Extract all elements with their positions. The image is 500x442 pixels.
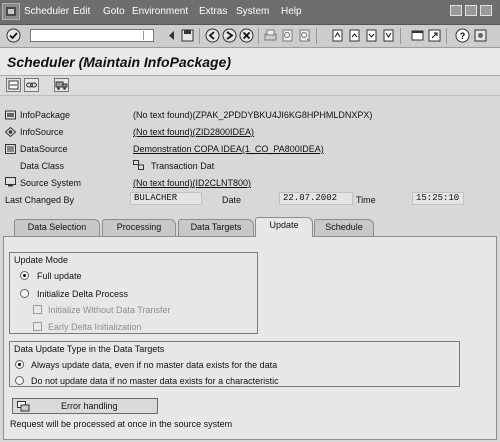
infopackage-value: (No text found)(ZPAK_2PDDYBKU4JI6KG8HPHM…	[133, 110, 373, 120]
init-delta-label: Initialize Delta Process	[37, 289, 129, 299]
date-field: 22.07.2002	[279, 192, 353, 205]
shortcut-icon[interactable]	[427, 28, 442, 43]
full-update-radio[interactable]	[20, 271, 29, 280]
next-page-icon[interactable]	[364, 28, 379, 43]
maximize-icon[interactable]	[465, 5, 477, 16]
datasource-icon	[5, 144, 16, 154]
close-window-icon[interactable]	[480, 5, 492, 16]
always-update-label: Always update data, even if no master da…	[31, 360, 278, 370]
early-delta-checkbox[interactable]	[33, 322, 42, 331]
update-mode-title: Update Mode	[14, 255, 69, 265]
page-title: Scheduler (Maintain InfoPackage)	[7, 54, 232, 70]
transport-icon[interactable]	[54, 78, 69, 92]
minimize-icon[interactable]	[450, 5, 462, 16]
menu-environment[interactable]: Environment	[132, 6, 188, 17]
sap-system-menu-icon[interactable]	[2, 3, 20, 20]
application-toolbar	[0, 76, 500, 96]
last-changed-label: Last Changed By	[5, 195, 75, 205]
source-system-label: Source System	[20, 178, 82, 188]
print-icon[interactable]	[263, 28, 278, 43]
date-label: Date	[222, 195, 242, 205]
menu-goto[interactable]: Goto	[103, 6, 125, 17]
menu-bar: Scheduler Edit Goto Environment Extras S…	[0, 0, 500, 25]
infosource-icon	[4, 126, 17, 138]
tab-processing[interactable]: Processing	[102, 219, 176, 236]
dataclass-value: Transaction Dat	[151, 161, 215, 171]
link-icon[interactable]	[24, 78, 39, 92]
infopackage-label: InfoPackage	[20, 110, 71, 120]
error-handling-label: Error handling	[61, 401, 118, 411]
datasource-link[interactable]: Demonstration COPA IDEA(1_CO_PA800IDEA)	[133, 144, 324, 154]
init-without-transfer-checkbox[interactable]	[33, 305, 42, 314]
error-handling-icon	[17, 401, 30, 414]
tab-data-selection[interactable]: Data Selection	[14, 219, 100, 236]
datasource-label: DataSource	[20, 144, 68, 154]
title-bar: Scheduler (Maintain InfoPackage)	[0, 48, 500, 76]
last-changed-field: BULACHER	[130, 192, 202, 205]
find-icon[interactable]	[280, 28, 295, 43]
source-system-icon	[5, 177, 16, 187]
first-page-icon[interactable]	[330, 28, 345, 43]
window-controls	[450, 5, 496, 17]
find-next-icon[interactable]	[297, 28, 312, 43]
update-type-title: Data Update Type in the Data Targets	[14, 344, 165, 354]
save-icon[interactable]	[180, 28, 195, 43]
menu-scheduler[interactable]: Scheduler	[24, 6, 69, 17]
chevron-down-icon[interactable]	[143, 31, 152, 40]
prev-page-icon[interactable]	[347, 28, 362, 43]
exit-icon[interactable]	[222, 28, 237, 43]
early-delta-label: Early Delta Initialization	[48, 322, 142, 332]
full-update-label: Full update	[37, 271, 82, 281]
history-icon[interactable]	[164, 28, 179, 43]
tab-data-targets[interactable]: Data Targets	[178, 219, 254, 236]
svg-text:?: ?	[460, 31, 466, 41]
menu-extras[interactable]: Extras	[199, 6, 227, 17]
menu-help[interactable]: Help	[281, 6, 302, 17]
time-field: 15:25:10	[412, 192, 464, 205]
infosource-label: InfoSource	[20, 127, 64, 137]
dataclass-label: Data Class	[20, 161, 65, 171]
command-field[interactable]	[30, 29, 154, 42]
customize-layout-icon[interactable]	[473, 28, 488, 43]
error-handling-button[interactable]: Error handling	[12, 398, 158, 414]
time-label: Time	[356, 195, 376, 205]
back-icon[interactable]	[205, 28, 220, 43]
tab-schedule[interactable]: Schedule	[314, 219, 374, 236]
standard-toolbar: ?	[0, 25, 500, 48]
do-not-update-label: Do not update data if no master data exi…	[31, 376, 279, 386]
infosource-link[interactable]: (No text found)(ZID2800IDEA)	[133, 127, 254, 137]
tab-update[interactable]: Update	[255, 217, 313, 237]
display-change-icon[interactable]	[6, 78, 21, 92]
footer-text: Request will be processed at once in the…	[10, 419, 233, 429]
init-without-transfer-label: Initialize Without Data Transfer	[48, 305, 171, 315]
always-update-radio[interactable]	[15, 360, 24, 369]
infopackage-icon	[5, 110, 16, 120]
enter-icon[interactable]	[6, 28, 21, 43]
cancel-icon[interactable]	[239, 28, 254, 43]
init-delta-radio[interactable]	[20, 289, 29, 298]
do-not-update-radio[interactable]	[15, 376, 24, 385]
transaction-data-icon	[133, 160, 144, 170]
menu-edit[interactable]: Edit	[73, 6, 90, 17]
source-system-link[interactable]: (No text found)(ID2CLNT800)	[133, 178, 251, 188]
create-session-icon[interactable]	[410, 28, 425, 43]
help-icon[interactable]: ?	[455, 28, 470, 43]
menu-system[interactable]: System	[236, 6, 269, 17]
last-page-icon[interactable]	[381, 28, 396, 43]
